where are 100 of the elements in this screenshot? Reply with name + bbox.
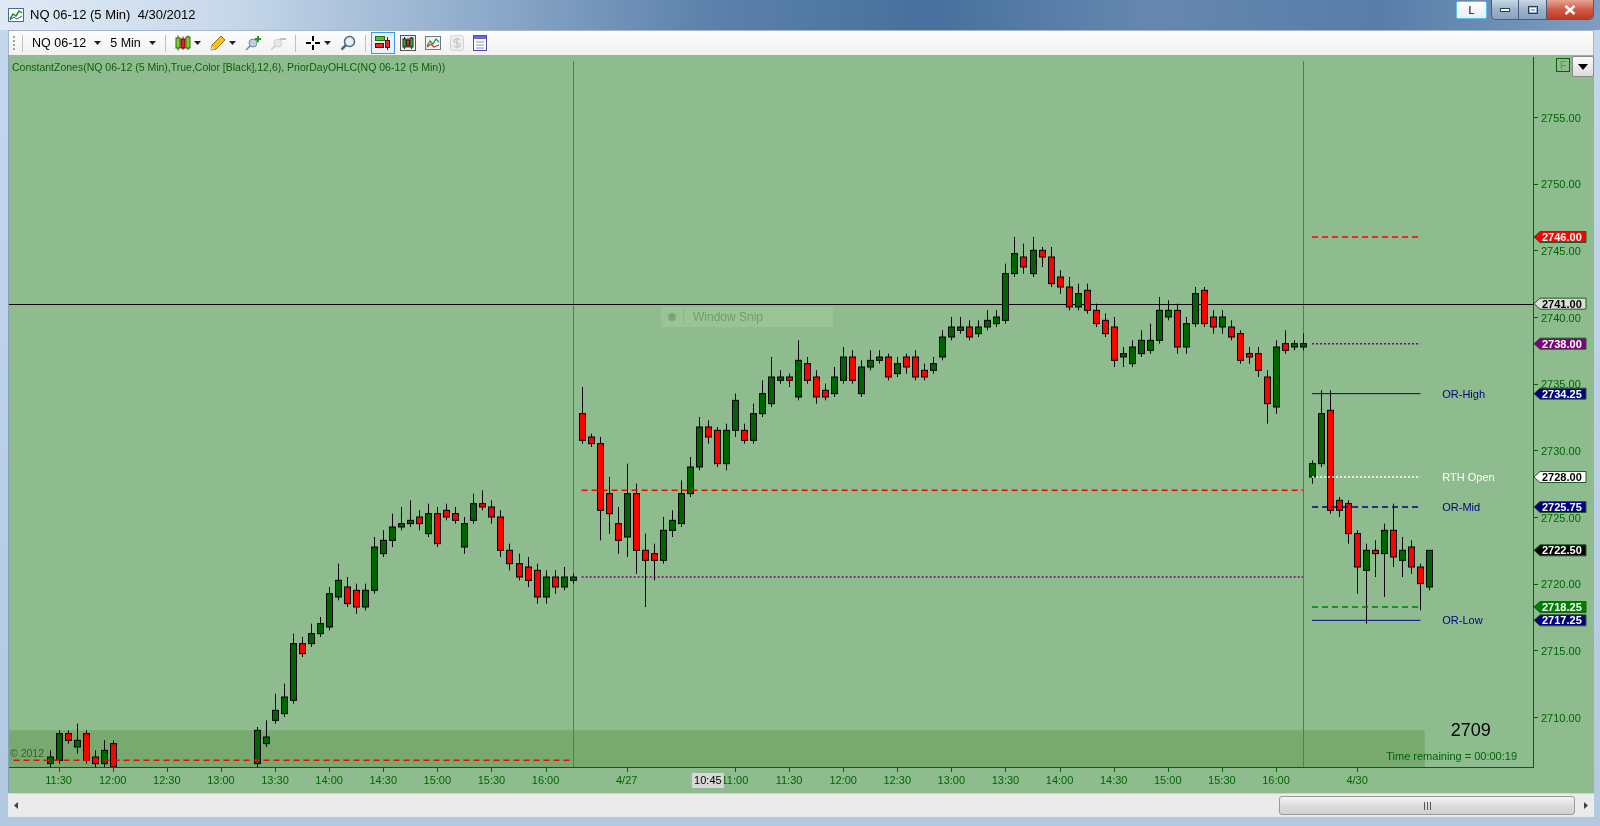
candle [74, 723, 81, 755]
candle [1282, 329, 1289, 355]
magnifier-icon [339, 35, 356, 51]
price-axis-label: 2720.00 [1541, 578, 1581, 591]
time-axis-label: 13:00 [207, 774, 235, 786]
candle [1147, 323, 1154, 355]
candle [101, 739, 108, 768]
candlestick-icon [174, 35, 191, 51]
candle [326, 586, 333, 631]
price-axis-label: 2725.00 [1541, 511, 1581, 524]
candle [768, 356, 775, 408]
candle [750, 403, 757, 445]
window-icon [472, 35, 487, 51]
candle [299, 636, 306, 658]
candle [398, 506, 405, 531]
candle [1264, 369, 1271, 425]
candle [660, 516, 667, 565]
candle [1039, 246, 1046, 268]
dropdown-button[interactable] [1572, 56, 1594, 77]
candle [903, 353, 910, 375]
candle [1192, 286, 1199, 328]
line-label: OR-Low [1442, 614, 1483, 627]
candle [416, 509, 423, 531]
candle [831, 366, 838, 398]
candle [705, 419, 712, 445]
candle [651, 543, 658, 581]
line-label: OR-High [1442, 387, 1486, 400]
time-axis-label: 14:30 [369, 774, 397, 786]
candlestick-chart-icon [399, 35, 416, 51]
right-arrow-icon [1584, 802, 1588, 809]
candle [1002, 263, 1009, 325]
candle [1390, 503, 1397, 568]
candle [534, 563, 541, 605]
time-axis-label: 14:00 [1045, 774, 1074, 786]
candle [570, 573, 577, 585]
candle [840, 346, 847, 385]
candle [696, 416, 703, 471]
maximize-button[interactable] [1519, 0, 1547, 19]
candle [543, 569, 550, 605]
price-tag: 2746.00 [1533, 231, 1587, 243]
price-axis-label: 2750.00 [1541, 178, 1581, 191]
candle [344, 576, 351, 608]
candle [497, 509, 504, 558]
caret-icon [1578, 63, 1588, 70]
grip-icon [1423, 801, 1431, 810]
caret-icon [193, 41, 201, 45]
line-chart-icon [424, 35, 441, 51]
line-chart-icon [8, 8, 24, 22]
candle [966, 319, 973, 341]
candle [867, 349, 874, 371]
candle [281, 683, 288, 718]
candle [443, 503, 450, 521]
candle [1219, 309, 1226, 335]
candle [939, 329, 946, 361]
price-axis-label: 2745.00 [1541, 244, 1581, 257]
candle [984, 309, 991, 331]
time-axis-label: 4/30 [1346, 774, 1368, 786]
candle [506, 543, 513, 571]
candle [380, 529, 387, 558]
interval-dropdown[interactable]: 5 Min [106, 32, 160, 54]
candle [786, 373, 793, 388]
candle [1066, 276, 1073, 311]
bars-icon [374, 35, 391, 51]
candle [1084, 283, 1091, 315]
candle [452, 506, 459, 525]
candle [795, 339, 802, 401]
copyright-text: © 2012 [10, 746, 44, 759]
candle [1093, 303, 1100, 328]
data-box-button[interactable] [370, 32, 395, 54]
time-axis-label: 13:00 [937, 774, 966, 786]
minimize-button[interactable] [1492, 0, 1519, 19]
candle [615, 506, 622, 555]
candle [849, 349, 856, 385]
candle [425, 503, 432, 538]
price-tag: 2738.00 [1533, 337, 1587, 350]
candle [669, 509, 676, 538]
time-axis-label: 13:30 [991, 774, 1020, 786]
close-button[interactable] [1547, 0, 1593, 19]
candle [65, 729, 72, 745]
candle [1255, 346, 1262, 378]
price-axis-label: 2715.00 [1541, 644, 1581, 657]
candle [1399, 536, 1406, 578]
candle [777, 369, 784, 385]
candle [1030, 236, 1037, 278]
candle [552, 569, 559, 595]
candle [1111, 316, 1118, 368]
candle [1237, 329, 1244, 365]
instrument-dropdown[interactable]: NQ 06-12 [28, 32, 106, 54]
candle [921, 363, 928, 381]
candle [56, 729, 63, 765]
price-tag: 2728.00 [1533, 471, 1587, 483]
time-axis-label: 14:30 [1099, 774, 1128, 786]
candle [1102, 313, 1109, 338]
candle [1246, 346, 1253, 365]
time-axis-label: 11:00 [721, 774, 749, 786]
candle [47, 749, 54, 768]
candle [930, 356, 937, 375]
l-button[interactable]: L [1456, 1, 1487, 19]
scrollbar-thumb[interactable] [1279, 796, 1575, 815]
candle [1408, 539, 1415, 575]
